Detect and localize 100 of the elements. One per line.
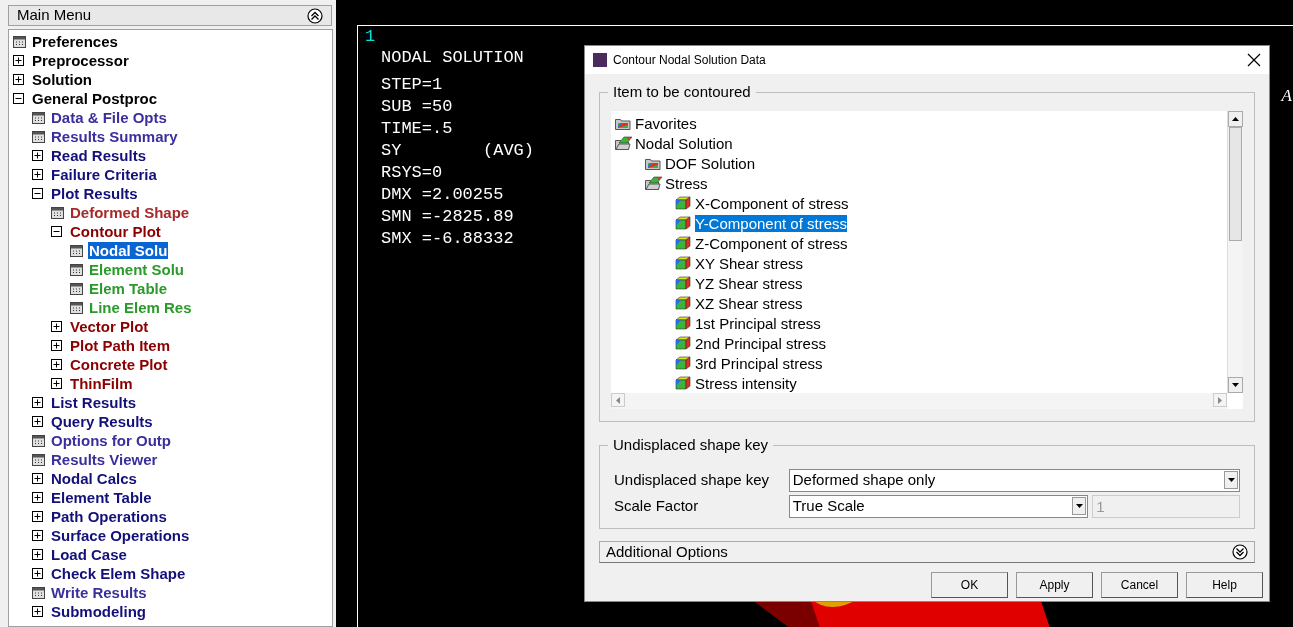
dropdown[interactable]: True Scale bbox=[788, 494, 1089, 518]
expand-icon[interactable] bbox=[51, 378, 62, 389]
menu-item[interactable]: Element Table bbox=[50, 489, 153, 506]
down-arrow-icon bbox=[1232, 383, 1239, 387]
expand-icon[interactable] bbox=[32, 530, 43, 541]
expand-icon[interactable] bbox=[32, 169, 43, 180]
expand-icon[interactable] bbox=[32, 473, 43, 484]
menu-item[interactable]: Nodal Solu bbox=[88, 242, 169, 259]
expand-icon[interactable] bbox=[32, 397, 43, 408]
menu-item[interactable]: Submodeling bbox=[50, 603, 147, 620]
menu-item[interactable]: Check Elem Shape bbox=[50, 565, 187, 582]
tree-item[interactable]: YZ Shear stress bbox=[695, 274, 803, 292]
menu-item[interactable]: Element Solu bbox=[88, 261, 186, 278]
tree-item[interactable]: Stress bbox=[665, 174, 708, 192]
dialog-button[interactable]: OK bbox=[931, 572, 1008, 598]
expand-icon[interactable] bbox=[32, 150, 43, 161]
dialog-button[interactable]: Cancel bbox=[1101, 572, 1178, 598]
scroll-left-button[interactable] bbox=[611, 393, 625, 407]
menu-item[interactable]: Preferences bbox=[31, 33, 119, 50]
menu-item[interactable]: Concrete Plot bbox=[69, 356, 169, 373]
menu-item[interactable]: Contour Plot bbox=[69, 223, 162, 240]
tree-item[interactable]: Z-Component of stress bbox=[695, 234, 848, 252]
tree-item[interactable]: XZ Shear stress bbox=[695, 294, 803, 312]
menu-item[interactable]: Load Case bbox=[50, 546, 128, 563]
menu-item[interactable]: ThinFilm bbox=[69, 375, 134, 392]
menu-item[interactable]: Plot Results bbox=[50, 185, 139, 202]
menu-item[interactable]: Nodal Calcs bbox=[50, 470, 138, 487]
tree-item[interactable]: XY Shear stress bbox=[695, 254, 804, 272]
menu-item[interactable]: Data & File Opts bbox=[50, 109, 168, 126]
menu-item[interactable]: Vector Plot bbox=[69, 318, 150, 335]
menu-item[interactable]: Options for Outp bbox=[50, 432, 172, 449]
dialog-icon bbox=[32, 434, 45, 447]
collapse-icon[interactable] bbox=[307, 7, 323, 24]
plot-info-line: SMN =-2825.89 bbox=[381, 206, 514, 228]
expand-icon[interactable] bbox=[32, 549, 43, 560]
scroll-thumb[interactable] bbox=[1229, 127, 1242, 241]
menu-item[interactable]: Plot Path Item bbox=[69, 337, 171, 354]
tree-item[interactable]: Nodal Solution bbox=[635, 134, 733, 152]
menu-item[interactable]: List Results bbox=[50, 394, 138, 411]
close-icon[interactable] bbox=[1247, 53, 1261, 67]
expand-icon[interactable] bbox=[51, 359, 62, 370]
window-number: 1 bbox=[365, 27, 376, 47]
tree-item[interactable]: Stress intensity bbox=[695, 374, 797, 392]
open-folder-icon bbox=[615, 136, 633, 150]
cube-icon bbox=[675, 296, 691, 310]
open-folder-icon bbox=[645, 176, 663, 190]
dialog-icon bbox=[70, 282, 83, 295]
menu-item[interactable]: General Postproc bbox=[31, 90, 159, 107]
menu-item[interactable]: Query Results bbox=[50, 413, 154, 430]
tree-item[interactable]: 3rd Principal stress bbox=[695, 354, 823, 372]
tree-item[interactable]: X-Component of stress bbox=[695, 194, 849, 212]
dialog-icon bbox=[51, 206, 64, 219]
expand-icon[interactable] bbox=[51, 340, 62, 351]
menu-item[interactable]: Line Elem Res bbox=[88, 299, 193, 316]
dialog-button[interactable]: Apply bbox=[1016, 572, 1093, 598]
scroll-up-button[interactable] bbox=[1228, 111, 1243, 127]
menu-item[interactable]: Read Results bbox=[50, 147, 148, 164]
dialog-icon bbox=[70, 244, 83, 257]
expand-icon[interactable] bbox=[32, 511, 43, 522]
tree-item[interactable]: DOF Solution bbox=[665, 154, 756, 172]
menu-item[interactable]: Surface Operations bbox=[50, 527, 191, 544]
collapse-icon[interactable] bbox=[13, 93, 24, 104]
dialog-button[interactable]: Help bbox=[1186, 572, 1263, 598]
field-label: Scale Factor bbox=[614, 495, 700, 516]
menu-item[interactable]: Failure Criteria bbox=[50, 166, 158, 183]
plot-info-line: SUB =50 bbox=[381, 96, 453, 118]
plot-label: A bbox=[1281, 85, 1292, 107]
menu-title: Main Menu bbox=[17, 5, 92, 26]
menu-item[interactable]: Elem Table bbox=[88, 280, 169, 297]
menu-item[interactable]: Results Viewer bbox=[50, 451, 159, 468]
dropdown[interactable]: Deformed shape only bbox=[788, 468, 1240, 492]
left-arrow-icon bbox=[616, 396, 620, 404]
menu-item[interactable]: Write Results bbox=[50, 584, 148, 601]
folder-icon bbox=[615, 116, 631, 130]
vertical-scrollbar[interactable] bbox=[1227, 111, 1243, 393]
expand-icon[interactable] bbox=[13, 55, 24, 66]
scroll-down-button[interactable] bbox=[1228, 377, 1243, 393]
menu-item[interactable]: Deformed Shape bbox=[69, 204, 191, 221]
additional-options-bar[interactable]: Additional Options bbox=[599, 541, 1255, 563]
cube-icon bbox=[675, 256, 691, 270]
tree-item[interactable]: 2nd Principal stress bbox=[695, 334, 826, 352]
plot-info-line: SY (AVG) bbox=[381, 140, 535, 162]
expand-icon[interactable] bbox=[51, 321, 62, 332]
menu-item[interactable]: Path Operations bbox=[50, 508, 168, 525]
collapse-icon[interactable] bbox=[51, 226, 62, 237]
expand-icon[interactable] bbox=[13, 74, 24, 85]
expand-icon[interactable] bbox=[32, 568, 43, 579]
tree-item[interactable]: 1st Principal stress bbox=[695, 314, 821, 332]
tree-item[interactable]: Y-Component of stress bbox=[695, 214, 848, 232]
tree-item[interactable]: Favorites bbox=[635, 114, 697, 132]
caret-icon bbox=[1224, 471, 1238, 489]
plot-title: NODAL SOLUTION bbox=[381, 47, 524, 69]
collapse-icon[interactable] bbox=[32, 188, 43, 199]
menu-item[interactable]: Results Summary bbox=[50, 128, 179, 145]
expand-icon[interactable] bbox=[32, 416, 43, 427]
expand-icon[interactable] bbox=[32, 492, 43, 503]
menu-item[interactable]: Solution bbox=[31, 71, 93, 88]
horizontal-scrollbar[interactable] bbox=[611, 393, 1227, 409]
menu-item[interactable]: Preprocessor bbox=[31, 52, 130, 69]
expand-icon[interactable] bbox=[32, 606, 43, 617]
